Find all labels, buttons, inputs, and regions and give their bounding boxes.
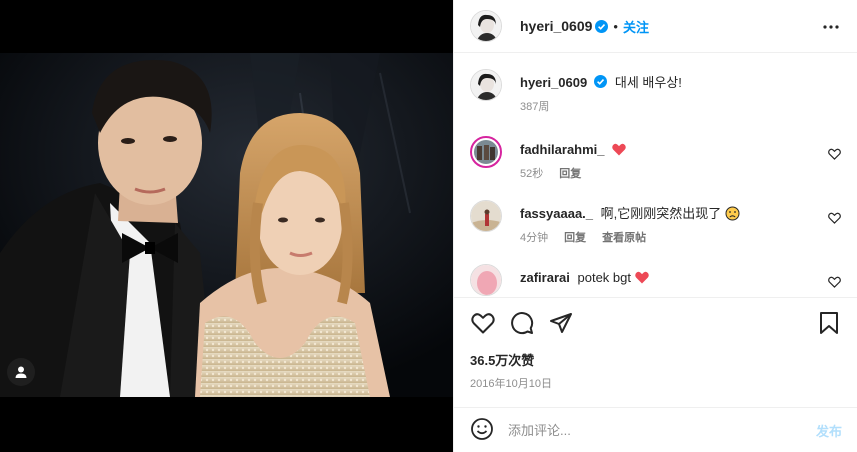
comment-body: 啊,它刚刚突然出现了 (600, 206, 722, 221)
verified-badge-icon (594, 75, 608, 88)
post-side-panel: hyeri_0609 • 关注 hyeri_0609 대세 배우상! 387周 … (453, 0, 857, 452)
heart-outline-icon[interactable] (470, 310, 496, 336)
person-tag-icon[interactable] (7, 358, 35, 386)
comment-text: fadhilarahmi_ (520, 141, 626, 159)
caption-text: hyeri_0609 대세 배우상! (520, 74, 682, 92)
paper-plane-icon[interactable] (548, 310, 574, 336)
commenter-avatar[interactable] (470, 136, 502, 168)
caption-row: hyeri_0609 대세 배우상! 387周 (470, 69, 842, 114)
more-horizontal-icon[interactable] (822, 18, 840, 36)
smiley-icon[interactable] (470, 417, 494, 444)
post-photo[interactable] (0, 53, 453, 397)
reply-button[interactable]: 回复 (559, 165, 581, 181)
commenter-avatar[interactable] (470, 264, 502, 296)
comments-list[interactable]: hyeri_0609 대세 배우상! 387周 fadhilarahmi_ 52… (454, 53, 857, 297)
post-comment-button[interactable]: 发布 (816, 421, 842, 440)
header-identity: hyeri_0609 • 关注 (520, 17, 649, 36)
comment-age: 4分钟 (520, 232, 549, 244)
like-comment-heart-icon[interactable] (828, 276, 842, 290)
caption-username[interactable]: hyeri_0609 (520, 75, 587, 90)
reply-button[interactable]: 回复 (564, 229, 586, 245)
comment-row: fadhilarahmi_ 52秒 回复 (470, 136, 842, 181)
commenter-avatar[interactable] (470, 200, 502, 232)
sad-face-emoji-icon (725, 206, 740, 221)
verified-badge-icon (595, 19, 609, 33)
comment-username[interactable]: fadhilarahmi_ (520, 142, 605, 157)
author-avatar[interactable] (470, 69, 502, 101)
red-heart-emoji-icon (612, 142, 626, 157)
like-comment-heart-icon[interactable] (828, 212, 842, 226)
caption-meta: 387周 (520, 98, 682, 114)
post-media[interactable] (0, 0, 453, 452)
comment-meta: 52秒 回复 (520, 165, 626, 181)
post-header: hyeri_0609 • 关注 (454, 0, 857, 53)
comment-composer: 发布 (454, 407, 857, 452)
caption-body: 대세 배우상! (614, 75, 682, 90)
comment-row: fassyaaaa._ 啊,它刚刚突然出现了 4分钟 回复 查看原帖 (470, 200, 842, 245)
separator-dot: • (613, 18, 618, 34)
comment-row: zafirarai potek bgt (470, 264, 842, 296)
author-avatar[interactable] (470, 10, 502, 42)
like-count[interactable]: 36.5万次赞 (470, 350, 842, 369)
action-icon-bar (470, 298, 842, 348)
author-username[interactable]: hyeri_0609 (520, 18, 592, 34)
post-actions: 36.5万次赞 2016年10月10日 (454, 297, 857, 407)
post-date: 2016年10月10日 (470, 378, 552, 390)
red-heart-emoji-icon (634, 270, 649, 285)
photo-illustration (0, 53, 453, 397)
bookmark-icon[interactable] (816, 310, 842, 336)
comment-input[interactable] (508, 422, 816, 438)
comment-username[interactable]: fassyaaaa._ (520, 206, 593, 221)
view-original-button[interactable]: 查看原帖 (602, 229, 646, 245)
comment-meta: 4分钟 回复 查看原帖 (520, 229, 740, 245)
caption-age: 387周 (520, 101, 550, 113)
follow-button[interactable]: 关注 (623, 17, 649, 36)
comment-age: 52秒 (520, 168, 544, 180)
like-comment-heart-icon[interactable] (828, 148, 842, 162)
comment-username[interactable]: zafirarai (520, 270, 570, 285)
comment-text: zafirarai potek bgt (520, 269, 649, 287)
comment-body: potek bgt (577, 270, 632, 285)
comment-bubble-icon[interactable] (509, 310, 535, 336)
comment-text: fassyaaaa._ 啊,它刚刚突然出现了 (520, 205, 740, 223)
